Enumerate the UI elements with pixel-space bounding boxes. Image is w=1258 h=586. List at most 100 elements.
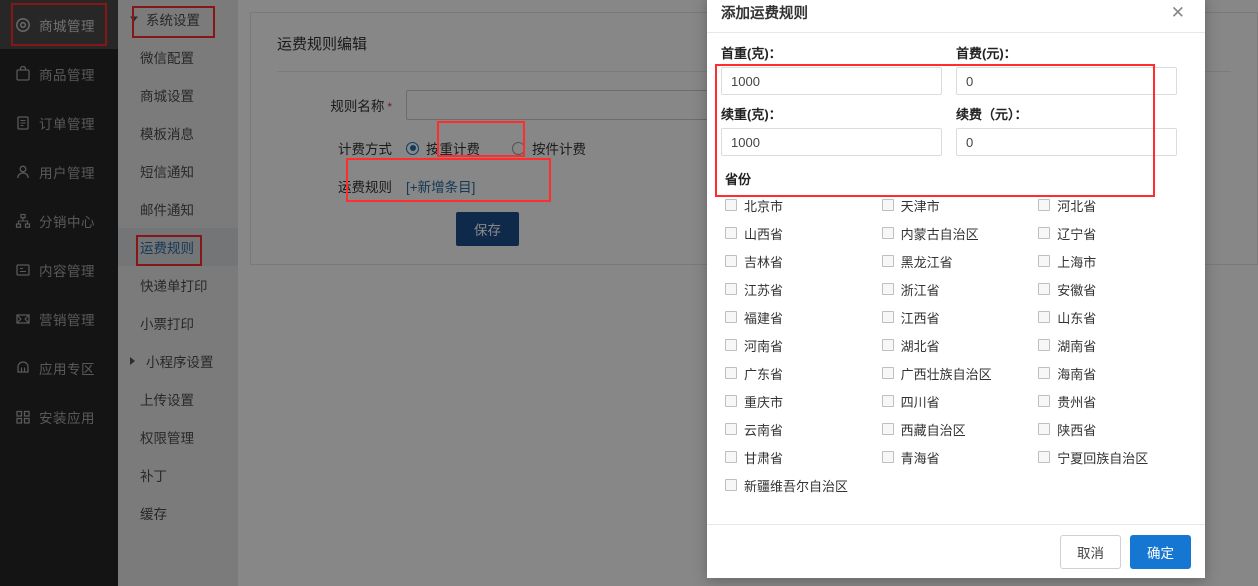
- modal-header: 添加运费规则 ✕: [707, 0, 1205, 33]
- checkbox-icon[interactable]: [725, 283, 737, 295]
- checkbox-icon[interactable]: [1038, 255, 1050, 267]
- checkbox-icon[interactable]: [1038, 423, 1050, 435]
- checkbox-icon[interactable]: [882, 227, 894, 239]
- field-input-1[interactable]: [956, 67, 1177, 95]
- province-checkbox-item[interactable]: 贵州省: [1034, 387, 1191, 415]
- checkbox-icon[interactable]: [882, 367, 894, 379]
- province-checkbox-item[interactable]: 浙江省: [878, 275, 1035, 303]
- checkbox-icon[interactable]: [1038, 199, 1050, 211]
- province-checkbox-item[interactable]: 山西省: [721, 219, 878, 247]
- checkbox-icon[interactable]: [725, 227, 737, 239]
- field-wrapper-0: 首重(克)：: [721, 43, 956, 95]
- province-label: 湖北省: [901, 336, 940, 355]
- field-label-0: 首重(克)：: [721, 43, 942, 62]
- province-label: 北京市: [744, 196, 783, 215]
- province-checkbox-item[interactable]: 上海市: [1034, 247, 1191, 275]
- province-checkbox-item[interactable]: 西藏自治区: [878, 415, 1035, 443]
- province-checkbox-item[interactable]: 吉林省: [721, 247, 878, 275]
- province-label: 西藏自治区: [901, 420, 966, 439]
- province-checkbox-item[interactable]: 天津市: [878, 191, 1035, 219]
- modal-body: 首重(克)： 首费(元)： 续重(克)： 续费（元）： 省份 北京市 天津市 河北省山西省…: [707, 33, 1205, 517]
- province-checkbox-grid: 北京市 天津市 河北省山西省 内蒙古自治区 辽宁省吉林省 黑龙江省 上海市江苏省 浙江省 安徽省…: [721, 191, 1191, 499]
- province-label: 安徽省: [1057, 280, 1096, 299]
- province-checkbox-item[interactable]: 宁夏回族自治区: [1034, 443, 1191, 471]
- province-checkbox-item[interactable]: 江苏省: [721, 275, 878, 303]
- province-label: 云南省: [744, 420, 783, 439]
- province-checkbox-item[interactable]: 江西省: [878, 303, 1035, 331]
- checkbox-icon[interactable]: [725, 311, 737, 323]
- checkbox-icon[interactable]: [1038, 227, 1050, 239]
- province-checkbox-item[interactable]: 湖北省: [878, 331, 1035, 359]
- field-label-2: 续重(克)：: [721, 104, 942, 123]
- confirm-button[interactable]: 确定: [1130, 535, 1191, 569]
- close-icon[interactable]: ✕: [1167, 2, 1189, 23]
- province-checkbox-item[interactable]: 安徽省: [1034, 275, 1191, 303]
- province-label: 黑龙江省: [901, 252, 953, 271]
- checkbox-icon[interactable]: [1038, 451, 1050, 463]
- province-label: 吉林省: [744, 252, 783, 271]
- app-root: 商城管理商品管理订单管理用户管理分销中心内容管理营销管理应用专区安装应用 系统设…: [0, 0, 1258, 586]
- rule-fields: 首重(克)： 首费(元)： 续重(克)： 续费（元）：: [721, 43, 1191, 165]
- checkbox-icon[interactable]: [1038, 367, 1050, 379]
- province-checkbox-item[interactable]: 陕西省: [1034, 415, 1191, 443]
- province-checkbox-item[interactable]: 湖南省: [1034, 331, 1191, 359]
- checkbox-icon[interactable]: [882, 423, 894, 435]
- field-wrapper-2: 续重(克)：: [721, 104, 956, 156]
- checkbox-icon[interactable]: [725, 367, 737, 379]
- field-input-0[interactable]: [721, 67, 942, 95]
- province-checkbox-item[interactable]: 黑龙江省: [878, 247, 1035, 275]
- province-checkbox-item[interactable]: 重庆市: [721, 387, 878, 415]
- cancel-button[interactable]: 取消: [1060, 535, 1121, 569]
- checkbox-icon[interactable]: [882, 451, 894, 463]
- province-checkbox-item[interactable]: 云南省: [721, 415, 878, 443]
- checkbox-icon[interactable]: [725, 395, 737, 407]
- checkbox-icon[interactable]: [725, 451, 737, 463]
- province-checkbox-item[interactable]: 青海省: [878, 443, 1035, 471]
- province-label: 山西省: [744, 224, 783, 243]
- province-label: 福建省: [744, 308, 783, 327]
- province-checkbox-item[interactable]: 河南省: [721, 331, 878, 359]
- province-checkbox-item[interactable]: 新疆维吾尔自治区: [721, 471, 878, 499]
- province-label: 江苏省: [744, 280, 783, 299]
- checkbox-icon[interactable]: [1038, 395, 1050, 407]
- province-checkbox-item[interactable]: 海南省: [1034, 359, 1191, 387]
- province-section-header: 省份: [725, 169, 1191, 188]
- checkbox-icon[interactable]: [725, 423, 737, 435]
- field-input-3[interactable]: [956, 128, 1177, 156]
- province-label: 重庆市: [744, 392, 783, 411]
- province-checkbox-item[interactable]: 内蒙古自治区: [878, 219, 1035, 247]
- province-label: 湖南省: [1057, 336, 1096, 355]
- checkbox-icon[interactable]: [725, 255, 737, 267]
- province-checkbox-item[interactable]: 广西壮族自治区: [878, 359, 1035, 387]
- field-label-1: 首费(元)：: [956, 43, 1177, 62]
- province-checkbox-item[interactable]: 北京市: [721, 191, 878, 219]
- checkbox-icon[interactable]: [725, 479, 737, 491]
- checkbox-icon[interactable]: [882, 339, 894, 351]
- province-checkbox-item[interactable]: 辽宁省: [1034, 219, 1191, 247]
- checkbox-icon[interactable]: [725, 199, 737, 211]
- checkbox-icon[interactable]: [1038, 339, 1050, 351]
- province-label: 内蒙古自治区: [901, 224, 979, 243]
- province-checkbox-item[interactable]: 甘肃省: [721, 443, 878, 471]
- field-input-2[interactable]: [721, 128, 942, 156]
- province-checkbox-item[interactable]: 四川省: [878, 387, 1035, 415]
- checkbox-icon[interactable]: [882, 311, 894, 323]
- province-label: 海南省: [1057, 364, 1096, 383]
- province-checkbox-item[interactable]: 山东省: [1034, 303, 1191, 331]
- province-label: 辽宁省: [1057, 224, 1096, 243]
- province-checkbox-item[interactable]: 广东省: [721, 359, 878, 387]
- province-label: 广西壮族自治区: [901, 364, 992, 383]
- modal-title: 添加运费规则: [721, 2, 1167, 23]
- checkbox-icon[interactable]: [882, 199, 894, 211]
- province-checkbox-item[interactable]: 河北省: [1034, 191, 1191, 219]
- checkbox-icon[interactable]: [882, 395, 894, 407]
- province-label: 天津市: [901, 196, 940, 215]
- checkbox-icon[interactable]: [725, 339, 737, 351]
- checkbox-icon[interactable]: [1038, 311, 1050, 323]
- checkbox-icon[interactable]: [882, 283, 894, 295]
- field-wrapper-3: 续费（元）：: [956, 104, 1191, 156]
- checkbox-icon[interactable]: [1038, 283, 1050, 295]
- province-label: 贵州省: [1057, 392, 1096, 411]
- province-checkbox-item[interactable]: 福建省: [721, 303, 878, 331]
- checkbox-icon[interactable]: [882, 255, 894, 267]
